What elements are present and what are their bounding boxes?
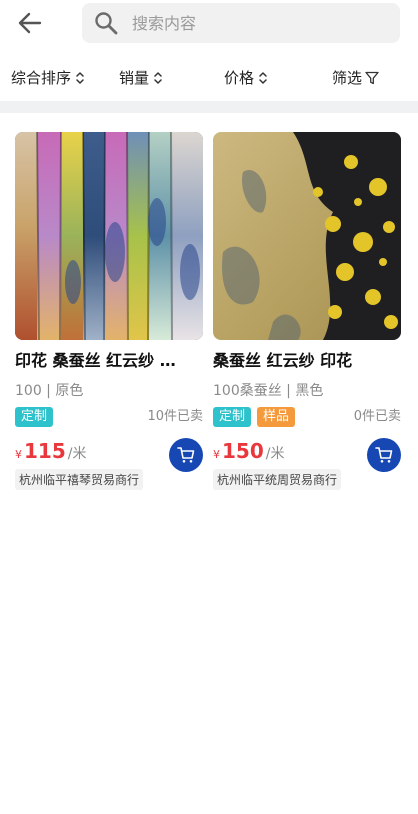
- sort-price-label: 价格: [224, 69, 255, 87]
- cart-icon: [177, 447, 195, 463]
- product-title[interactable]: 印花 桑蚕丝 红云纱 …: [15, 349, 203, 373]
- section-divider: [0, 101, 418, 113]
- product-image[interactable]: [15, 132, 203, 340]
- filter-button[interactable]: 筛选: [332, 67, 379, 88]
- price-value: 115: [24, 439, 66, 463]
- product-spec: 100桑蚕丝 | 黑色: [213, 383, 324, 399]
- price-row: ¥ 115 /米: [15, 438, 203, 472]
- sort-chevrons-icon: [154, 71, 162, 85]
- price-currency: ¥: [213, 448, 220, 461]
- tag-custom: 定制: [213, 407, 252, 427]
- top-bar: [0, 0, 418, 50]
- product-image[interactable]: [213, 132, 401, 340]
- search-input[interactable]: [132, 13, 372, 33]
- sort-sales[interactable]: 销量: [119, 67, 162, 88]
- shop-name[interactable]: 杭州临平统周贸易商行: [213, 469, 342, 490]
- arrow-left-icon: [18, 12, 42, 34]
- funnel-icon: [365, 71, 379, 85]
- sort-chevrons-icon: [76, 71, 84, 85]
- sort-chevrons-icon: [259, 71, 267, 85]
- sort-bar: 综合排序 销量 价格 筛选: [0, 58, 418, 98]
- sort-composite[interactable]: 综合排序: [11, 67, 84, 88]
- add-to-cart-button[interactable]: [367, 438, 401, 472]
- sort-price[interactable]: 价格: [224, 67, 267, 88]
- sold-count: 10件已卖: [147, 409, 203, 424]
- add-to-cart-button[interactable]: [169, 438, 203, 472]
- tag-custom: 定制: [15, 407, 54, 427]
- search-box[interactable]: [82, 3, 400, 43]
- price-unit: /米: [67, 446, 87, 462]
- product-spec: 100 | 原色: [15, 383, 84, 399]
- sort-composite-label: 综合排序: [11, 69, 72, 87]
- price-currency: ¥: [15, 448, 22, 461]
- price-unit: /米: [265, 446, 285, 462]
- filter-label: 筛选: [332, 69, 363, 87]
- product-title[interactable]: 桑蚕丝 红云纱 印花: [213, 349, 401, 373]
- tag-row: 定制 样品 0件已卖: [213, 407, 401, 427]
- sold-count: 0件已卖: [353, 409, 401, 424]
- back-button[interactable]: [12, 8, 48, 38]
- price-row: ¥ 150 /米: [213, 438, 401, 472]
- cart-icon: [375, 447, 393, 463]
- product-card[interactable]: 印花 桑蚕丝 红云纱 … 100 | 原色 定制 10件已卖 ¥ 115 /米 …: [15, 132, 203, 490]
- tag-sample: 样品: [257, 407, 296, 427]
- search-icon: [95, 12, 118, 35]
- tag-row: 定制 10件已卖: [15, 407, 203, 427]
- sort-sales-label: 销量: [119, 69, 150, 87]
- price-value: 150: [222, 439, 264, 463]
- shop-name[interactable]: 杭州临平禧琴贸易商行: [15, 469, 144, 490]
- product-card[interactable]: 桑蚕丝 红云纱 印花 100桑蚕丝 | 黑色 定制 样品 0件已卖 ¥ 150 …: [213, 132, 401, 490]
